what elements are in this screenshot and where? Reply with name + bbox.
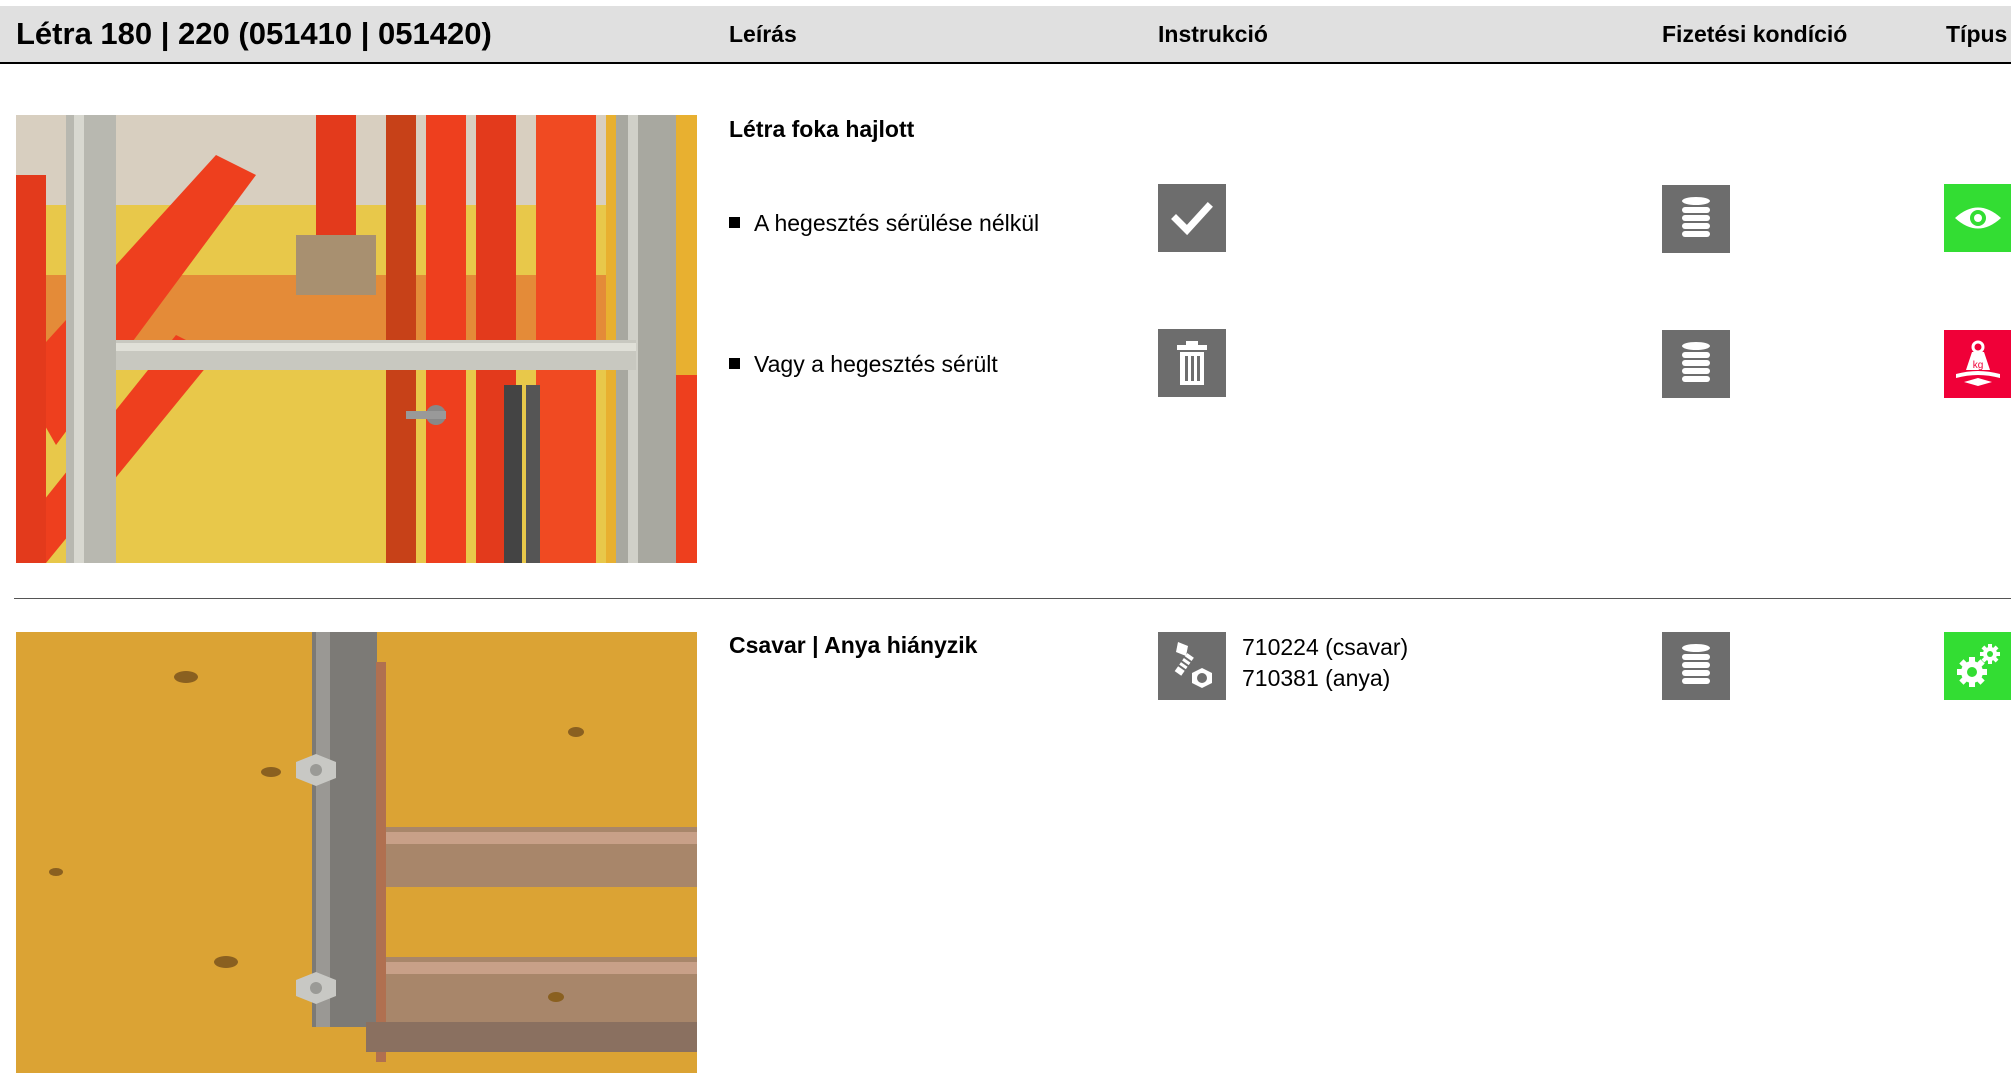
coin-stack-icon [1662, 330, 1730, 398]
section-divider [14, 598, 2011, 599]
page-title: Létra 180 | 220 (051410 | 051420) [16, 16, 492, 51]
part-number: 710381 (anya) [1242, 665, 1391, 691]
table-header: Létra 180 | 220 (051410 | 051420) Leírás… [0, 6, 2011, 64]
list-item: A hegesztés sérülése nélkül [729, 210, 1039, 237]
section-title: Csavar | Anya hiányzik [729, 632, 978, 658]
trash-icon [1158, 329, 1226, 397]
column-header-leiras: Leírás [729, 21, 797, 47]
bullet-icon [729, 217, 740, 229]
gears-icon [1944, 632, 2011, 700]
column-header-tipus: Típus [1946, 21, 2008, 47]
parts-list: 710224 (csavar) 710381 (anya) [1242, 632, 1408, 694]
ladder-rung-photo [16, 115, 697, 563]
kg-label: kg [1973, 360, 1984, 371]
bolt-nut-photo [16, 632, 697, 1073]
weight-kg-icon: kg [1944, 330, 2011, 398]
coin-stack-icon [1662, 185, 1730, 253]
eye-icon [1944, 184, 2011, 252]
list-item-text: Vagy a hegesztés sérült [754, 351, 998, 377]
bullet-icon [729, 358, 740, 370]
list-item: Vagy a hegesztés sérült [729, 351, 998, 378]
column-header-fizetesi: Fizetési kondíció [1662, 21, 1848, 47]
section-title: Létra foka hajlott [729, 116, 915, 142]
list-item-text: A hegesztés sérülése nélkül [754, 210, 1040, 236]
column-header-instrukcio: Instrukció [1158, 21, 1268, 47]
checkmark-icon [1158, 184, 1226, 252]
part-number: 710224 (csavar) [1242, 634, 1409, 660]
bolt-nut-icon [1158, 632, 1226, 700]
coin-stack-icon [1662, 632, 1730, 700]
